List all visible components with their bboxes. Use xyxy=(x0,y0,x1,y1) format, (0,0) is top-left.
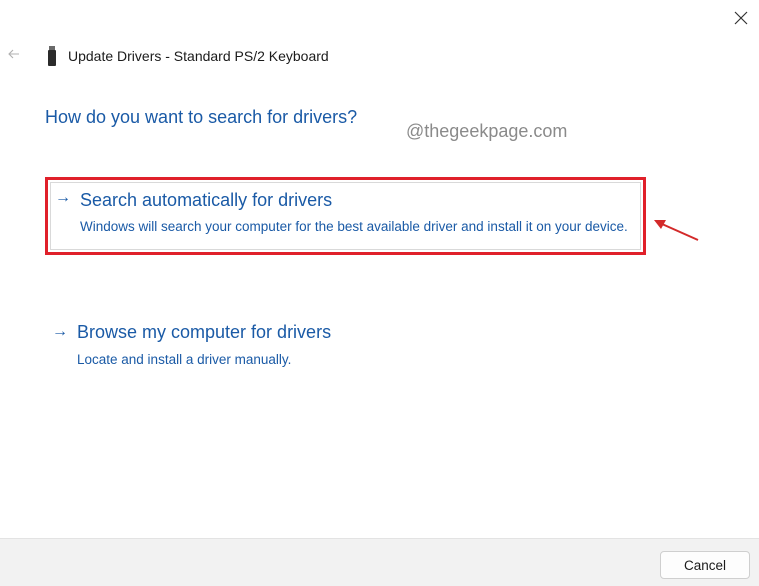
back-arrow-icon xyxy=(8,49,19,59)
page-question: How do you want to search for drivers? xyxy=(45,107,358,127)
usb-device-icon xyxy=(45,46,59,66)
back-button[interactable] xyxy=(5,45,23,63)
right-arrow-icon: → xyxy=(52,323,68,340)
update-drivers-dialog: Update Drivers - Standard PS/2 Keyboard … xyxy=(0,0,759,586)
option-title: Search automatically for drivers xyxy=(80,190,333,210)
watermark: @thegeekpage.com xyxy=(406,121,568,141)
dialog-footer: Cancel xyxy=(0,538,759,586)
option-description: Locate and install a driver manually. xyxy=(77,352,292,367)
close-button[interactable] xyxy=(727,4,755,32)
search-automatically-option[interactable]: → Search automatically for drivers Windo… xyxy=(45,177,646,255)
annotation-arrow-icon xyxy=(654,220,699,241)
option-description: Windows will search your computer for th… xyxy=(80,219,628,234)
dialog-header: Update Drivers - Standard PS/2 Keyboard xyxy=(45,45,329,67)
right-arrow-icon: → xyxy=(55,189,71,206)
window-title: Update Drivers - Standard PS/2 Keyboard xyxy=(68,48,329,64)
close-icon xyxy=(734,11,748,25)
browse-computer-option[interactable]: → Browse my computer for drivers Locate … xyxy=(45,320,646,374)
cancel-button[interactable]: Cancel xyxy=(660,551,750,579)
option-title: Browse my computer for drivers xyxy=(77,322,332,342)
